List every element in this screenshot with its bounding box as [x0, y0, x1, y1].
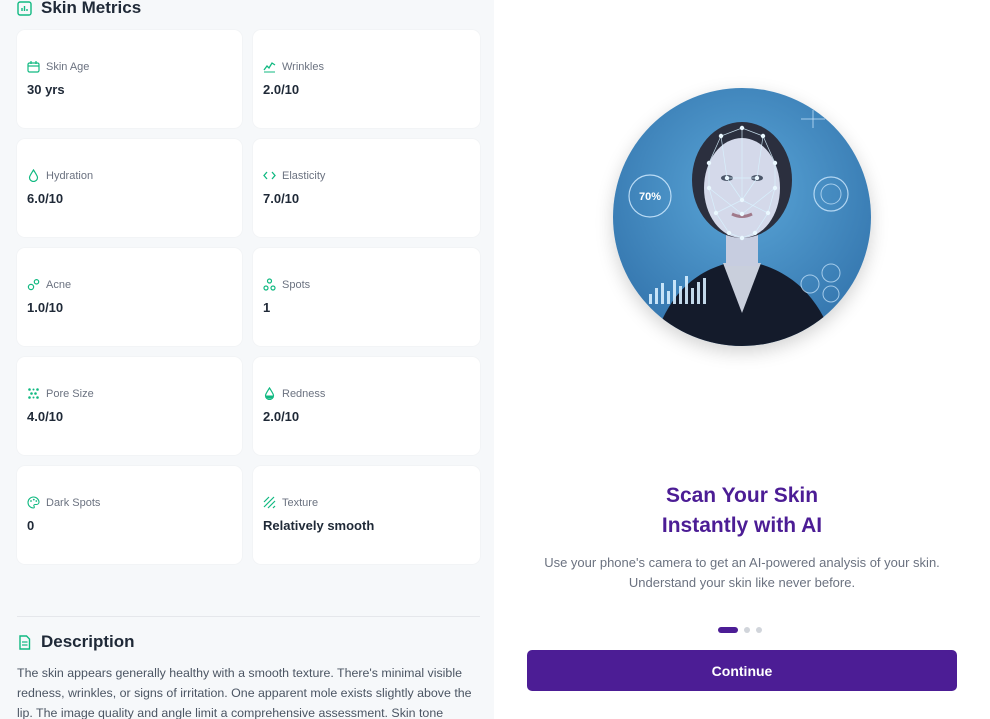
bubbles-icon	[27, 278, 40, 291]
skin-metrics-panel: Skin Metrics Skin Age 30 yrs Wrinkles 2.…	[0, 0, 494, 719]
metric-label: Redness	[282, 387, 326, 400]
page-dot-2[interactable]	[744, 627, 750, 633]
metric-card-spots: Spots 1	[253, 248, 480, 346]
metric-value: 1	[263, 300, 271, 315]
onboarding-panel: 70% Scan Your Skin Instantly with AI Use…	[494, 0, 990, 719]
metric-label: Skin Age	[46, 60, 90, 73]
description-title: Description	[41, 632, 135, 651]
wave-icon	[263, 60, 276, 73]
metric-value: 4.0/10	[27, 409, 64, 424]
metric-label: Dark Spots	[46, 496, 101, 509]
metric-card-elasticity: Elasticity 7.0/10	[253, 139, 480, 237]
grid-dots-icon	[27, 387, 40, 400]
skin-metrics-title: Skin Metrics	[41, 0, 142, 17]
metric-label: Acne	[46, 278, 72, 291]
metric-card-wrinkles: Wrinkles 2.0/10	[253, 30, 480, 128]
metric-value: 30 yrs	[27, 82, 65, 97]
droplet-icon	[27, 168, 40, 183]
metric-card-pore-size: Pore Size 4.0/10	[17, 357, 242, 455]
calendar-icon	[27, 60, 40, 73]
drop-half-icon	[263, 386, 276, 401]
description-header: Description	[17, 632, 135, 652]
metric-label: Elasticity	[282, 169, 326, 182]
metric-label: Wrinkles	[282, 60, 324, 73]
description-text: The skin appears generally healthy with …	[17, 666, 472, 719]
hero-badge-text: 70%	[639, 191, 661, 203]
bar-chart-icon	[17, 0, 32, 16]
metric-card-acne: Acne 1.0/10	[17, 248, 242, 346]
metric-value: 0	[27, 518, 35, 533]
metric-card-hydration: Hydration 6.0/10	[17, 139, 242, 237]
metric-value: 7.0/10	[263, 191, 300, 206]
metric-value: Relatively smooth	[263, 518, 375, 533]
onboarding-subtext-line2: Understand your skin like never before.	[628, 575, 856, 590]
page-dot-1[interactable]	[718, 627, 738, 633]
metric-label: Spots	[282, 278, 311, 291]
onboarding-subtext-line1: Use your phone's camera to get an AI-pow…	[544, 555, 940, 570]
continue-button[interactable]: Continue	[527, 650, 957, 691]
metric-value: 2.0/10	[263, 82, 300, 97]
metric-card-redness: Redness 2.0/10	[253, 357, 480, 455]
page-indicator	[718, 627, 762, 633]
metrics-grid: Skin Age 30 yrs Wrinkles 2.0/10 Hydratio…	[17, 30, 480, 564]
metric-value: 1.0/10	[27, 300, 64, 315]
texture-icon	[263, 496, 276, 509]
metric-card-dark-spots: Dark Spots 0	[17, 466, 242, 564]
metric-card-texture: Texture Relatively smooth	[253, 466, 480, 564]
document-icon	[17, 634, 32, 650]
spots-icon	[263, 278, 276, 291]
metric-label: Hydration	[46, 169, 94, 182]
onboarding-headline-line1: Scan Your Skin	[665, 484, 819, 507]
metric-label: Texture	[282, 496, 319, 509]
metric-card-skin-age: Skin Age 30 yrs	[17, 30, 242, 128]
metric-label: Pore Size	[46, 387, 94, 400]
metric-value: 6.0/10	[27, 191, 64, 206]
section-divider	[17, 616, 480, 617]
page-dot-3[interactable]	[756, 627, 762, 633]
skin-metrics-header: Skin Metrics	[17, 0, 141, 18]
code-arrows-icon	[263, 169, 276, 182]
face-scan-illustration: 70%	[613, 88, 871, 346]
palette-icon	[27, 496, 40, 509]
metric-value: 2.0/10	[263, 409, 300, 424]
onboarding-headline-line2: Instantly with AI	[661, 514, 823, 537]
